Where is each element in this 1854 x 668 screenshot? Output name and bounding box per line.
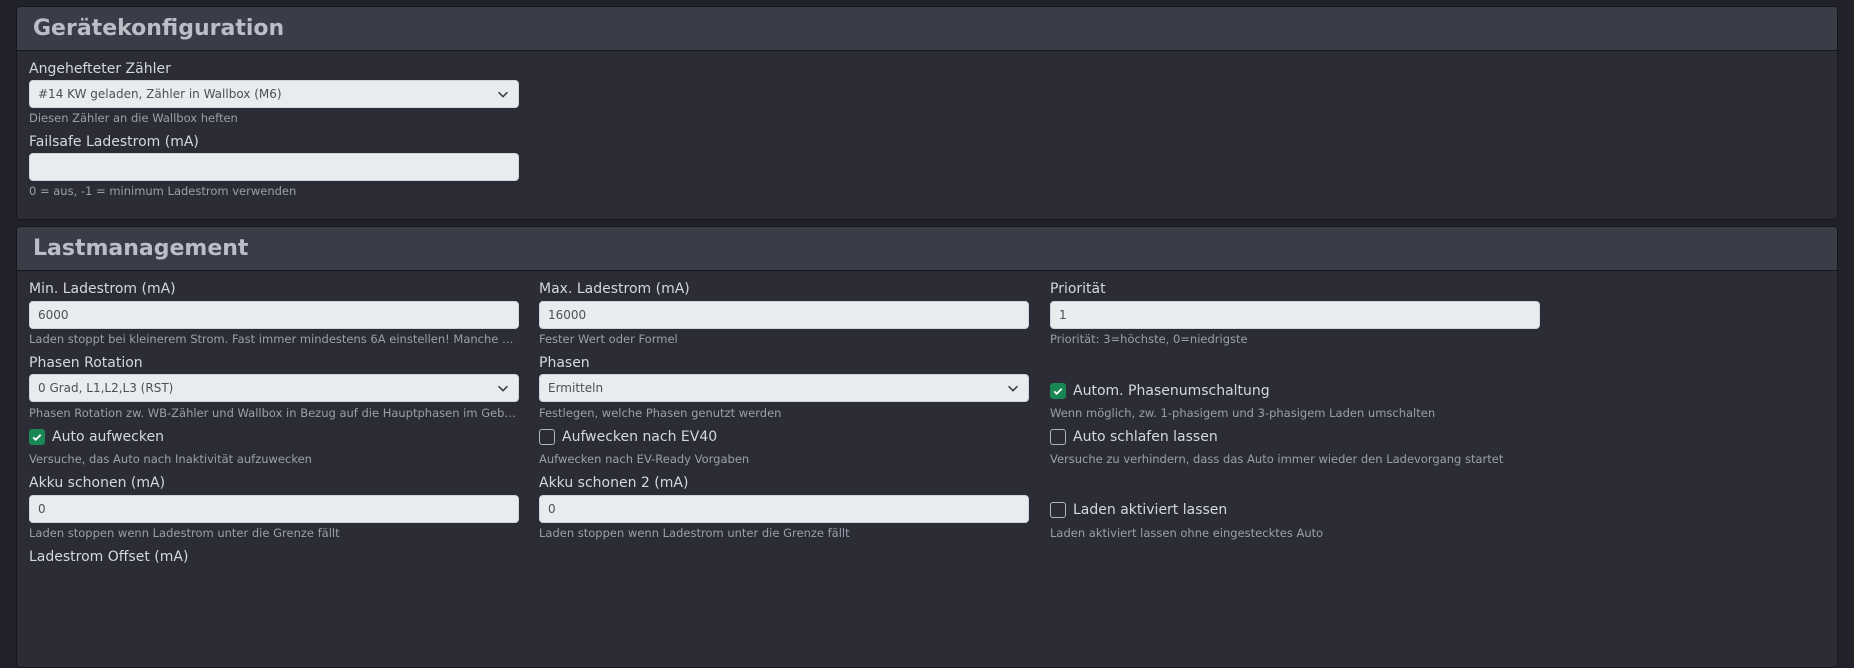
- phase-rotation-label: Phasen Rotation: [29, 355, 143, 371]
- failsafe-input[interactable]: [29, 153, 519, 181]
- failsafe-label: Failsafe Ladestrom (mA): [29, 134, 199, 150]
- battery-save-2-input[interactable]: 0: [539, 495, 1029, 523]
- priority-input[interactable]: 1: [1050, 301, 1540, 329]
- keep-enabled-label: Laden aktiviert lassen: [1073, 502, 1228, 518]
- chevron-down-icon: [1008, 385, 1018, 392]
- auto-phase-switch-checkbox[interactable]: Autom. Phasenumschaltung: [1050, 383, 1270, 399]
- auto-sleep-help: Versuche zu verhindern, dass das Auto im…: [1050, 452, 1504, 466]
- checkbox-unchecked-icon[interactable]: [1050, 502, 1066, 518]
- max-current-input[interactable]: 16000: [539, 301, 1029, 329]
- phases-select[interactable]: Ermitteln: [539, 374, 1029, 402]
- device-config-title: Gerätekonfiguration: [33, 16, 285, 41]
- auto-phase-switch-label: Autom. Phasenumschaltung: [1073, 383, 1270, 399]
- keep-enabled-help: Laden aktiviert lassen ohne eingesteckte…: [1050, 526, 1324, 540]
- min-current-input[interactable]: 6000: [29, 301, 519, 329]
- keep-enabled-checkbox[interactable]: Laden aktiviert lassen: [1050, 502, 1227, 518]
- checkbox-checked-icon[interactable]: [29, 429, 45, 445]
- battery-save-label: Akku schonen (mA): [29, 475, 166, 491]
- meter-help: Diesen Zähler an die Wallbox heften: [29, 111, 238, 125]
- max-current-help: Fester Wert oder Formel: [539, 332, 678, 346]
- battery-save-2-label: Akku schonen 2 (mA): [539, 475, 689, 491]
- checkbox-unchecked-icon[interactable]: [1050, 429, 1066, 445]
- phases-value: Ermitteln: [548, 381, 604, 395]
- phase-rotation-help: Phasen Rotation zw. WB-Zähler und Wallbo…: [29, 406, 519, 420]
- battery-save-input[interactable]: 0: [29, 495, 519, 523]
- wake-up-ev40-checkbox[interactable]: Aufwecken nach EV40: [539, 429, 717, 445]
- battery-save-help: Laden stoppen wenn Ladestrom unter die G…: [29, 526, 340, 540]
- checkbox-unchecked-icon[interactable]: [539, 429, 555, 445]
- battery-save-2-help: Laden stoppen wenn Ladestrom unter die G…: [539, 526, 850, 540]
- load-management-header: Lastmanagement: [17, 227, 1837, 271]
- device-config-card: Gerätekonfiguration Angehefteter Zähler …: [16, 6, 1838, 220]
- wake-up-ev40-label: Aufwecken nach EV40: [562, 429, 718, 445]
- phase-rotation-select[interactable]: 0 Grad, L1,L2,L3 (RST): [29, 374, 519, 402]
- checkbox-checked-icon[interactable]: [1050, 383, 1066, 399]
- min-current-help: Laden stoppt bei kleinerem Strom. Fast i…: [29, 332, 519, 346]
- meter-label: Angehefteter Zähler: [29, 61, 171, 77]
- wake-up-ev40-help: Aufwecken nach EV-Ready Vorgaben: [539, 452, 750, 466]
- wake-up-checkbox[interactable]: Auto aufwecken: [29, 429, 164, 445]
- chevron-down-icon: [498, 385, 508, 392]
- auto-sleep-checkbox[interactable]: Auto schlafen lassen: [1050, 429, 1218, 445]
- phases-label: Phasen: [539, 355, 590, 371]
- priority-help: Priorität: 3=höchste, 0=niedrigste: [1050, 332, 1248, 346]
- offset-label: Ladestrom Offset (mA): [29, 549, 189, 565]
- max-current-label: Max. Ladestrom (mA): [539, 281, 690, 297]
- phases-help: Festlegen, welche Phasen genutzt werden: [539, 406, 782, 420]
- auto-sleep-label: Auto schlafen lassen: [1073, 429, 1218, 445]
- load-management-card: Lastmanagement Min. Ladestrom (mA) 6000 …: [16, 226, 1838, 668]
- meter-select-value: #14 KW geladen, Zähler in Wallbox (M6): [38, 87, 282, 101]
- wake-up-label: Auto aufwecken: [52, 429, 164, 445]
- chevron-down-icon: [498, 91, 508, 98]
- load-management-title: Lastmanagement: [33, 236, 249, 261]
- priority-label: Priorität: [1050, 281, 1106, 297]
- failsafe-help: 0 = aus, -1 = minimum Ladestrom verwende…: [29, 184, 297, 198]
- phase-rotation-value: 0 Grad, L1,L2,L3 (RST): [38, 381, 174, 395]
- wake-up-help: Versuche, das Auto nach Inaktivität aufz…: [29, 452, 312, 466]
- min-current-label: Min. Ladestrom (mA): [29, 281, 176, 297]
- meter-select[interactable]: #14 KW geladen, Zähler in Wallbox (M6): [29, 80, 519, 108]
- auto-phase-switch-help: Wenn möglich, zw. 1-phasigem und 3-phasi…: [1050, 406, 1436, 420]
- device-config-header: Gerätekonfiguration: [17, 7, 1837, 51]
